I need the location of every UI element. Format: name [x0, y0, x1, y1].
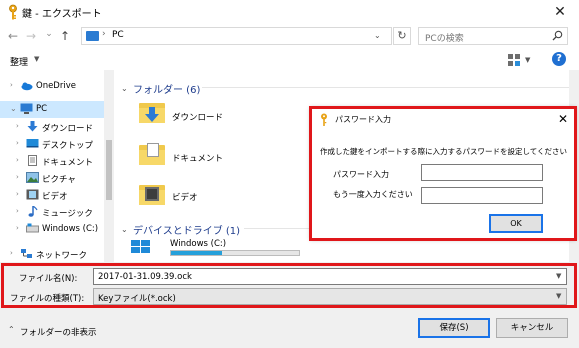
sidebar-item-label: ドキュメント	[42, 158, 94, 168]
sidebar-item-pictures[interactable]: › ピクチャ	[0, 170, 114, 187]
sidebar-item-label: Windows (C:)	[42, 224, 99, 234]
picture-icon	[26, 172, 39, 183]
desktop-icon	[26, 139, 39, 148]
save-button[interactable]: 保存(S)	[418, 318, 490, 338]
chevron-right-icon[interactable]: ›	[16, 173, 19, 181]
sidebar-item-downloads[interactable]: › ダウンロード	[0, 119, 114, 136]
sidebar-item-videos[interactable]: › ビデオ	[0, 187, 114, 204]
sidebar-item-label: ピクチャ	[42, 175, 76, 185]
search-icon	[552, 30, 563, 41]
address-bar[interactable]: › PC ⌄	[81, 27, 392, 45]
sidebar-item-label: OneDrive	[36, 81, 76, 91]
drive-icon	[26, 223, 39, 233]
up-button[interactable]: ↑	[58, 28, 72, 44]
chevron-down-icon[interactable]: ⌄	[374, 31, 384, 40]
navigation-pane: › OneDrive ⌄ PC › ダウンロード › デスクトップ › ドキュメ…	[0, 70, 114, 262]
drive-usage-fill	[171, 251, 223, 255]
hide-folders-toggle[interactable]: フォルダーの非表示	[20, 326, 97, 338]
chevron-down-icon: ▼	[34, 55, 40, 63]
chevron-right-icon[interactable]: ›	[16, 224, 19, 232]
group-divider	[202, 87, 572, 88]
breadcrumb-separator: ›	[102, 29, 106, 39]
folder-label[interactable]: ダウンロード	[172, 111, 223, 123]
sidebar-item-windows-c[interactable]: › Windows (C:)	[0, 221, 114, 238]
folders-group-header[interactable]: フォルダー (6)	[133, 81, 200, 96]
sidebar-item-music[interactable]: › ミュージック	[0, 204, 114, 221]
windows-drive-icon[interactable]	[131, 240, 151, 254]
network-icon	[21, 249, 32, 258]
cancel-button[interactable]: キャンセル	[496, 318, 568, 338]
drive-usage-bar	[170, 250, 300, 256]
sidebar-item-label: PC	[36, 104, 48, 114]
back-button[interactable]: ←	[6, 28, 20, 44]
drives-group-header[interactable]: デバイスとドライブ (1)	[133, 222, 240, 237]
sidebar-item-documents[interactable]: › ドキュメント	[0, 153, 114, 170]
chevron-right-icon[interactable]: ›	[16, 139, 19, 147]
organize-button[interactable]: 整理	[10, 55, 28, 68]
view-options-icon[interactable]	[508, 54, 522, 66]
recent-locations-button[interactable]: ⌄	[42, 26, 56, 42]
download-arrow-icon	[27, 121, 38, 132]
help-icon[interactable]: ?	[552, 52, 566, 66]
chevron-down-icon[interactable]: ⌄	[121, 225, 128, 234]
forward-button[interactable]: →	[24, 28, 38, 44]
folder-videos-icon[interactable]	[139, 183, 165, 205]
sidebar-item-desktop[interactable]: › デスクトップ	[0, 136, 114, 153]
sidebar-item-onedrive[interactable]: › OneDrive	[0, 78, 114, 95]
folder-downloads-icon[interactable]	[139, 101, 165, 123]
key-icon	[9, 4, 17, 20]
drive-label[interactable]: Windows (C:)	[170, 239, 226, 249]
sidebar-item-label: ビデオ	[42, 192, 68, 202]
pc-icon	[20, 103, 33, 114]
search-placeholder: PCの検索	[425, 34, 464, 44]
chevron-up-icon[interactable]: ⌃	[8, 325, 15, 334]
music-icon	[28, 206, 38, 217]
video-icon	[26, 189, 39, 200]
sidebar-item-label: ダウンロード	[42, 124, 94, 134]
window-title: 鍵 - エクスポート	[22, 9, 102, 20]
sidebar-item-network[interactable]: › ネットワーク	[0, 246, 114, 262]
sidebar-item-label: ミュージック	[42, 209, 93, 219]
breadcrumb-pc[interactable]: PC	[112, 30, 124, 40]
folder-label[interactable]: ビデオ	[172, 191, 198, 203]
folder-documents-icon[interactable]	[139, 143, 165, 165]
title-bar: 鍵 - エクスポート ✕	[0, 0, 579, 24]
annotation-box-fields	[1, 263, 577, 308]
chevron-right-icon[interactable]: ›	[16, 156, 19, 164]
chevron-right-icon[interactable]: ›	[16, 207, 19, 215]
sidebar-item-pc[interactable]: ⌄ PC	[0, 101, 114, 118]
cloud-icon	[21, 82, 33, 91]
sidebar-item-label: ネットワーク	[36, 251, 88, 261]
annotation-box-dialog	[309, 106, 577, 241]
folder-label[interactable]: ドキュメント	[172, 152, 223, 164]
chevron-right-icon[interactable]: ›	[10, 249, 13, 257]
chevron-right-icon[interactable]: ›	[16, 190, 19, 198]
dialog-footer: ⌃ フォルダーの非表示 保存(S) キャンセル	[0, 314, 579, 348]
chevron-right-icon[interactable]: ›	[10, 81, 13, 89]
refresh-button[interactable]: ↻	[393, 27, 411, 45]
chevron-down-icon[interactable]: ▼	[525, 56, 530, 64]
chevron-right-icon[interactable]: ›	[16, 122, 19, 130]
chevron-down-icon[interactable]: ⌄	[121, 84, 128, 93]
chevron-down-icon[interactable]: ⌄	[10, 104, 17, 113]
sidebar-item-label: デスクトップ	[42, 141, 94, 151]
document-icon	[28, 155, 37, 166]
window-close-button[interactable]: ✕	[548, 2, 572, 22]
pc-icon	[86, 31, 99, 41]
search-input[interactable]: PCの検索	[418, 27, 568, 45]
sidebar-scrollbar-thumb[interactable]	[106, 140, 112, 200]
